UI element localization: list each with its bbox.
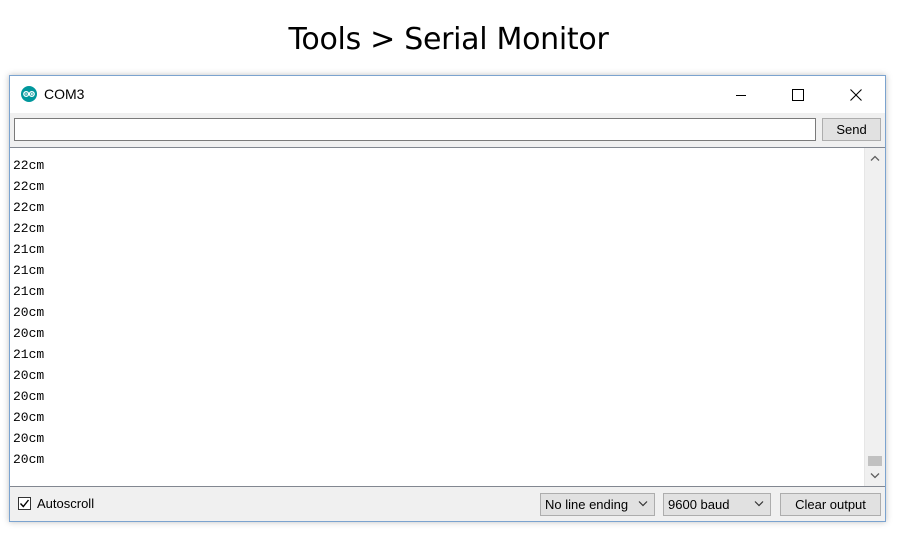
send-input[interactable] [14, 118, 816, 141]
output-line: 21cm [13, 347, 45, 362]
line-ending-value: No line ending [545, 497, 629, 512]
chevron-down-icon [870, 473, 880, 479]
page-heading: Tools > Serial Monitor [288, 22, 609, 57]
autoscroll-toggle[interactable]: Autoscroll [18, 496, 94, 511]
output-line: 22cm [13, 221, 45, 236]
autoscroll-label: Autoscroll [37, 496, 95, 511]
arduino-logo-icon [21, 86, 37, 102]
output-line: 20cm [13, 305, 45, 320]
output-line: 20cm [13, 431, 45, 446]
output-line: 22cm [13, 179, 45, 194]
clear-output-button[interactable]: Clear output [780, 493, 881, 516]
checkmark-icon [19, 499, 30, 508]
send-button[interactable]: Send [822, 118, 881, 141]
output-line: 20cm [13, 368, 45, 383]
baud-rate-select[interactable]: 9600 baud [663, 493, 771, 516]
maximize-icon [792, 88, 804, 101]
maximize-button[interactable] [775, 76, 821, 113]
chevron-down-icon [754, 501, 764, 507]
line-ending-select[interactable]: No line ending [540, 493, 655, 516]
output-line: 21cm [13, 242, 45, 257]
output-line: 20cm [13, 410, 45, 425]
output-line: 20cm [13, 326, 45, 341]
scrollbar-thumb[interactable] [868, 456, 882, 466]
vertical-scrollbar[interactable] [864, 148, 885, 486]
serial-output[interactable]: 22cm 22cm 22cm 22cm 21cm 21cm 21cm 20cm 20cm 21cm… [10, 147, 885, 487]
chevron-up-icon [870, 155, 880, 161]
scroll-down-button[interactable] [865, 466, 885, 486]
close-icon [850, 88, 862, 101]
output-line: 22cm [13, 200, 45, 215]
chevron-down-icon [638, 501, 648, 507]
minimize-button[interactable] [718, 76, 764, 113]
scroll-up-button[interactable] [865, 148, 885, 168]
output-line: 21cm [13, 284, 45, 299]
minimize-icon [736, 94, 746, 96]
output-lines: 22cm 22cm 22cm 22cm 21cm 21cm 21cm 20cm 20cm 21cm… [13, 155, 44, 470]
autoscroll-checkbox[interactable] [18, 497, 31, 510]
output-line: 22cm [13, 158, 45, 173]
window-title: COM3 [44, 86, 85, 102]
baud-rate-value: 9600 baud [668, 497, 730, 512]
output-line: 21cm [13, 263, 45, 278]
title-bar[interactable]: COM3 [10, 76, 885, 113]
output-line: 20cm [13, 389, 45, 404]
serial-monitor-window: COM3 Send 22cm 22cm 22cm 22cm 21cm 21cm 21cm 20… [9, 75, 886, 522]
output-line: 20cm [13, 452, 45, 467]
send-row: Send [10, 113, 885, 147]
status-bar: Autoscroll No line ending 9600 baud Clea… [10, 487, 885, 521]
close-button[interactable] [833, 76, 879, 113]
